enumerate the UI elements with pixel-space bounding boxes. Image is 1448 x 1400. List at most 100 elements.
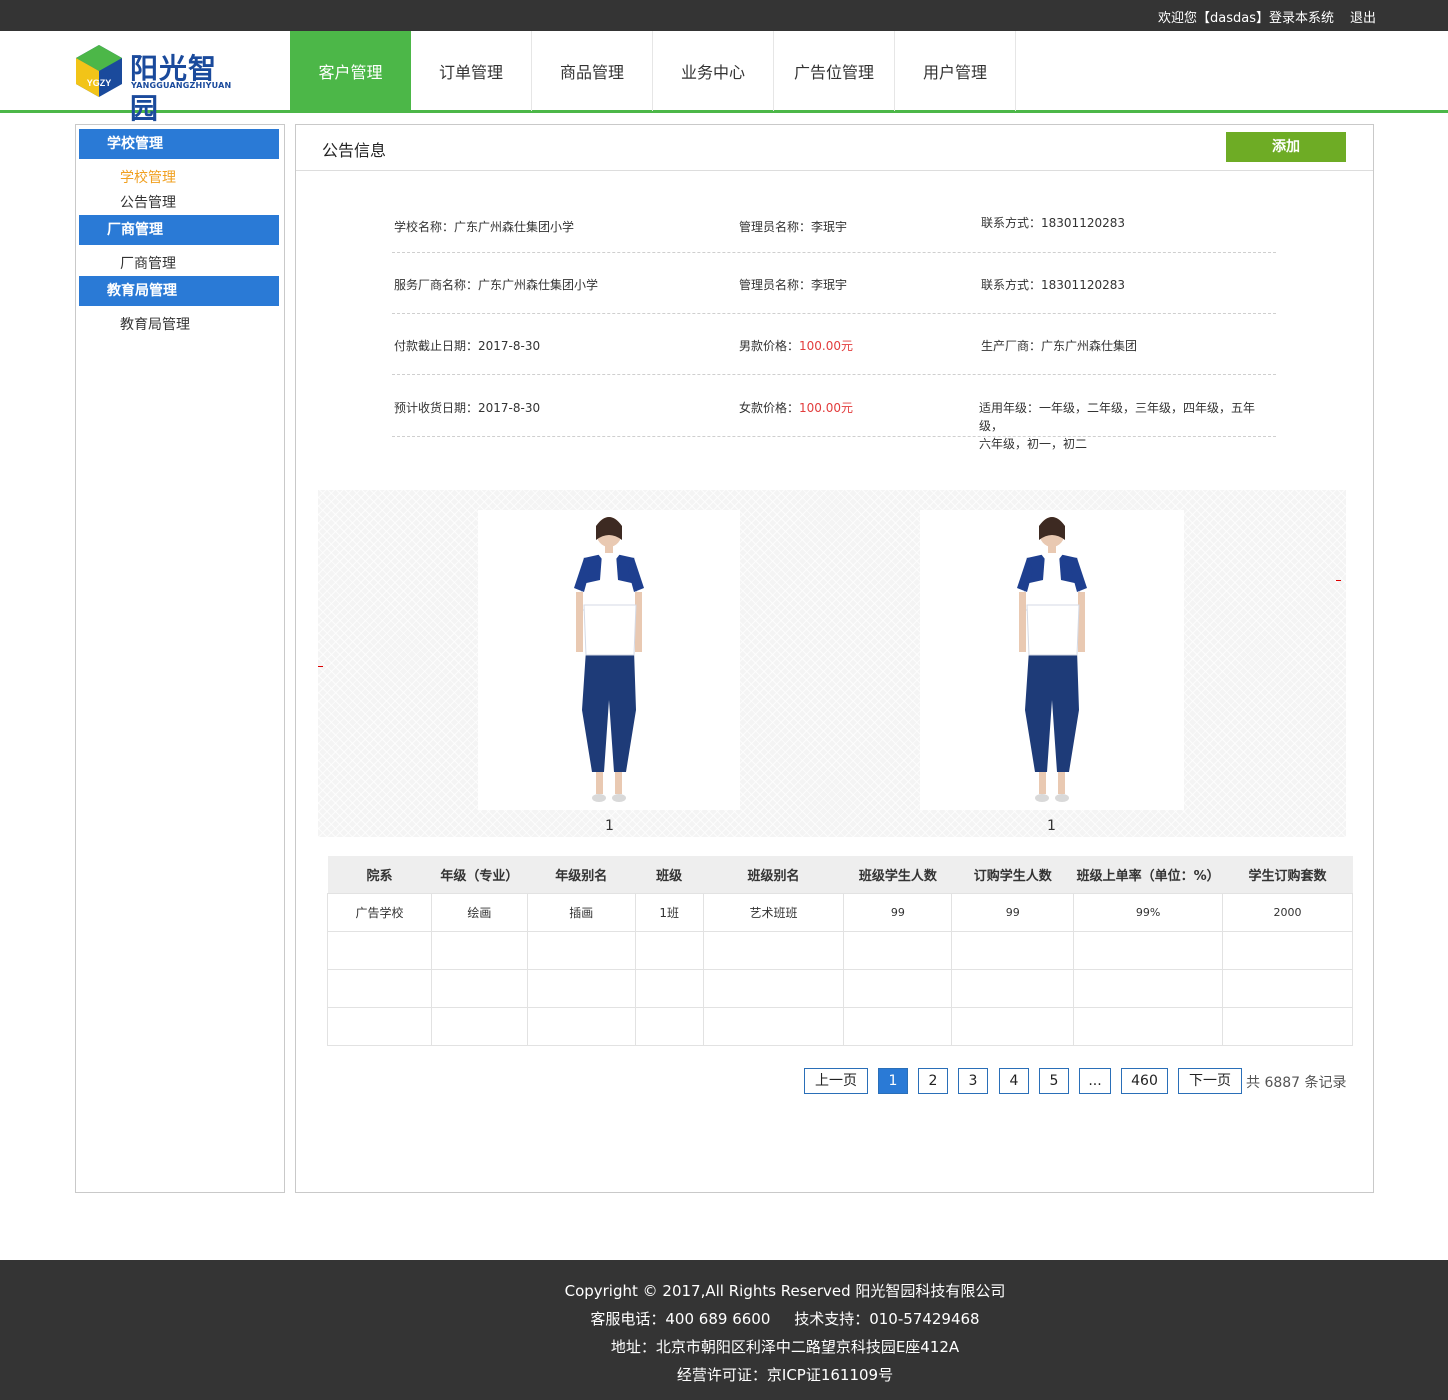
- logo-mark-text: YGZY: [87, 78, 112, 88]
- vendor-name-field: 服务厂商名称：广东广州森仕集团小学: [394, 278, 599, 292]
- male-price-field: 男款价格：100.00元: [739, 339, 854, 353]
- page-ellipsis: ...: [1079, 1068, 1111, 1094]
- table-cell: 绘画: [430, 892, 528, 932]
- sidebar: 学校管理 学校管理 公告管理 厂商管理 厂商管理 教育局管理 教育局管理: [75, 124, 285, 1193]
- welcome-text: 欢迎您【dasdas】登录本系统: [1158, 11, 1334, 26]
- table-cell: 广告学校: [327, 892, 432, 932]
- tab-orders[interactable]: 订单管理: [411, 31, 532, 111]
- next-page-button[interactable]: 下一页: [1178, 1068, 1242, 1094]
- table-cell: [951, 1006, 1075, 1046]
- student-figure-icon: [1017, 517, 1087, 802]
- page-button-1[interactable]: 1: [878, 1068, 908, 1094]
- table-cell: [1222, 930, 1353, 970]
- sidebar-item-vendor[interactable]: 厂商管理: [120, 253, 176, 273]
- table-cell: [430, 968, 528, 1008]
- logout-link[interactable]: 退出: [1350, 7, 1376, 26]
- table-row[interactable]: [327, 930, 1353, 970]
- table-cell: [327, 930, 432, 970]
- footer-copyright: Copyright © 2017,All Rights Reserved 阳光智…: [564, 1282, 1006, 1300]
- table-cell: [702, 968, 845, 1008]
- sidebar-group-vendor[interactable]: 厂商管理: [79, 215, 279, 245]
- table-cell: [634, 1006, 704, 1046]
- contact-field: 联系方式：18301120283: [981, 216, 1125, 230]
- page-button-3[interactable]: 3: [958, 1068, 988, 1094]
- table-cell: [843, 1006, 953, 1046]
- table-cell: [327, 968, 432, 1008]
- table-cell: [634, 930, 704, 970]
- table-cell: [634, 968, 704, 1008]
- record-count: 共 6887 条记录: [1246, 1075, 1347, 1091]
- table-cell: 插画: [526, 892, 636, 932]
- tab-customer[interactable]: 客户管理: [290, 31, 411, 111]
- table-cell: [702, 1006, 845, 1046]
- table-cell: [951, 968, 1075, 1008]
- sidebar-item-school[interactable]: 学校管理: [120, 167, 176, 187]
- column-header: 院系: [327, 856, 432, 893]
- sidebar-item-edu-bureau[interactable]: 教育局管理: [120, 314, 190, 334]
- column-header: 订购学生人数: [951, 856, 1074, 893]
- table-cell: [526, 1006, 636, 1046]
- school-name-field: 学校名称：广东广州森仕集团小学: [394, 220, 575, 234]
- photo-caption: 1: [605, 818, 614, 834]
- footer-phones: 客服电话：400 689 6600 技术支持：010-57429468: [590, 1310, 980, 1328]
- uniform-photo[interactable]: [920, 510, 1184, 810]
- page-button-4[interactable]: 4: [999, 1068, 1029, 1094]
- grades-field: 适用年级：一年级，二年级，三年级，四年级，五年级， 六年级，初一，初二: [979, 401, 1256, 451]
- column-header: 班级学生人数: [843, 856, 952, 893]
- table-cell: [702, 930, 845, 970]
- table-row[interactable]: [327, 968, 1353, 1008]
- sidebar-group-school[interactable]: 学校管理: [79, 129, 279, 159]
- admin-name-field: 管理员名称：李珉宇: [739, 278, 848, 292]
- sidebar-group-edu-bureau[interactable]: 教育局管理: [79, 276, 279, 306]
- prev-page-button[interactable]: 上一页: [804, 1068, 868, 1094]
- info-row: 学校名称：广东广州森仕集团小学 管理员名称：李珉宇 联系方式：183011202…: [392, 185, 1276, 253]
- marker: [318, 666, 323, 667]
- sidebar-item-notice[interactable]: 公告管理: [120, 192, 176, 212]
- info-row: 服务厂商名称：广东广州森仕集团小学 管理员名称：李珉宇 联系方式：1830112…: [392, 253, 1276, 314]
- main-panel: 公告信息 添加 学校名称：广东广州森仕集团小学 管理员名称：李珉宇 联系方式：1…: [295, 124, 1374, 1193]
- page-button-2[interactable]: 2: [918, 1068, 948, 1094]
- table-cell: [526, 930, 636, 970]
- uniform-photo[interactable]: [478, 510, 740, 810]
- page-button-5[interactable]: 5: [1039, 1068, 1069, 1094]
- table-cell: [843, 968, 953, 1008]
- table-cell: [843, 930, 953, 970]
- admin-name-field: 管理员名称：李珉宇: [739, 220, 848, 234]
- info-row: 付款截止日期：2017-8-30 男款价格：100.00元 生产厂商：广东广州森…: [392, 314, 1276, 375]
- table-cell: [1073, 930, 1224, 970]
- tab-business[interactable]: 业务中心: [653, 31, 774, 111]
- logo[interactable]: YGZY 阳光智园 YANGGUANGZHIYUAN: [74, 43, 244, 125]
- table-cell: 99: [843, 892, 953, 932]
- page-button-last[interactable]: 460: [1121, 1068, 1168, 1094]
- page-title: 公告信息: [322, 141, 387, 160]
- table-cell: [526, 968, 636, 1008]
- table-cell: [430, 930, 528, 970]
- photo-gallery: 1 1: [318, 490, 1346, 837]
- footer-license: 经营许可证：京ICP证161109号: [676, 1366, 894, 1384]
- tab-users[interactable]: 用户管理: [895, 31, 1016, 111]
- brand-name-en: YANGGUANGZHIYUAN: [131, 81, 232, 90]
- add-button[interactable]: 添加: [1226, 132, 1346, 162]
- table-cell: [1222, 968, 1353, 1008]
- table-cell: [1073, 968, 1224, 1008]
- photo-caption: 1: [1047, 818, 1056, 834]
- header: YGZY 阳光智园 YANGGUANGZHIYUAN 客户管理 订单管理 商品管…: [0, 31, 1448, 125]
- table-row[interactable]: [327, 1006, 1353, 1046]
- table-cell: [951, 930, 1075, 970]
- table-cell: 艺术班班: [702, 892, 845, 932]
- logo-mark-icon: YGZY: [76, 45, 122, 97]
- column-header: 班级别名: [703, 856, 844, 893]
- table-cell: [430, 1006, 528, 1046]
- pay-deadline-field: 付款截止日期：2017-8-30: [394, 339, 541, 353]
- column-header: 年级别名: [527, 856, 636, 893]
- table-row[interactable]: 广告学校 绘画 插画 1班 艺术班班 99 99 99% 2000: [327, 892, 1353, 932]
- column-header: 学生订购套数: [1222, 856, 1353, 893]
- footer-address: 地址：北京市朝阳区利泽中二路望京科技园E座412A: [610, 1338, 960, 1356]
- main-nav: 客户管理 订单管理 商品管理 业务中心 广告位管理 用户管理: [290, 31, 1016, 111]
- panel-header: 公告信息 添加: [296, 125, 1373, 171]
- column-header: 年级（专业）: [431, 856, 528, 893]
- delivery-date-field: 预计收货日期：2017-8-30: [394, 401, 541, 415]
- tab-products[interactable]: 商品管理: [532, 31, 653, 111]
- tab-ads[interactable]: 广告位管理: [774, 31, 895, 111]
- table-cell: 1班: [634, 892, 704, 932]
